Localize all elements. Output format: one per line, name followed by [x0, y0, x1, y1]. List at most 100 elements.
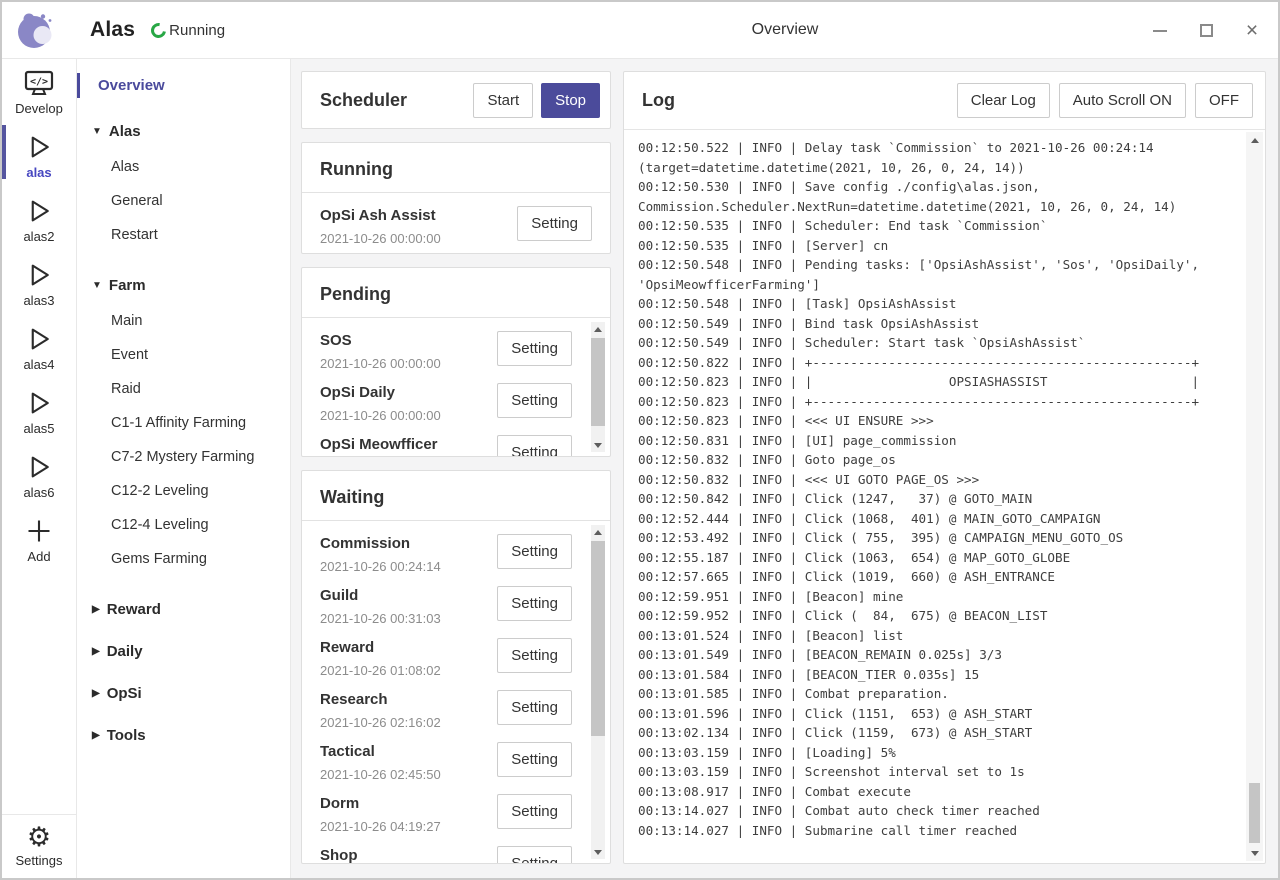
scrollbar-thumb[interactable]: [1249, 783, 1260, 843]
log-body[interactable]: 00:12:50.522 | INFO | Delay task `Commis…: [624, 130, 1265, 863]
setting-button[interactable]: Setting: [497, 794, 572, 829]
rail-item-alas2[interactable]: alas2: [2, 187, 76, 251]
scroll-down-icon[interactable]: [591, 845, 605, 859]
setting-button[interactable]: Setting: [497, 586, 572, 621]
setting-button[interactable]: Setting: [497, 534, 572, 569]
stop-button[interactable]: Stop: [541, 83, 600, 118]
task-time: 2021-10-26 01:08:02: [320, 663, 490, 678]
nav-section-alas[interactable]: ▼Alas: [77, 123, 290, 140]
scrollbar-thumb[interactable]: [591, 338, 605, 426]
log-header: Log Clear Log Auto Scroll ON OFF: [624, 72, 1265, 130]
settings-label: Settings: [16, 853, 63, 868]
task-row: OpSi Ash Assist2021-10-26 00:00:00Settin…: [320, 206, 592, 246]
running-spinner-icon: [148, 20, 169, 41]
scroll-down-icon[interactable]: [1246, 845, 1263, 861]
nav-item-c12-2-leveling[interactable]: C12-2 Leveling: [77, 474, 290, 508]
nav-section-tools[interactable]: ▶Tools: [77, 727, 290, 744]
log-line: 00:12:50.842 | INFO | Click (1247, 37) @…: [638, 489, 1239, 509]
nav-item-c12-4-leveling[interactable]: C12-4 Leveling: [77, 508, 290, 542]
log-line: 00:12:53.492 | INFO | Click ( 755, 395) …: [638, 528, 1239, 548]
auto-scroll-on-button[interactable]: Auto Scroll ON: [1059, 83, 1186, 118]
task-name: Guild: [320, 586, 490, 605]
nav-item-overview[interactable]: Overview: [77, 73, 290, 98]
rail-item-alas4[interactable]: alas4: [2, 315, 76, 379]
task-name: OpSi Ash Assist: [320, 206, 490, 225]
setting-button[interactable]: Setting: [497, 435, 572, 456]
task-name: Dorm: [320, 794, 490, 813]
nav-item-restart[interactable]: Restart: [77, 218, 290, 252]
rail-spacer: [2, 571, 76, 814]
log-line: 00:12:50.822 | INFO | +-----------------…: [638, 353, 1239, 373]
rail-item-alas5[interactable]: alas5: [2, 379, 76, 443]
nav-item-main[interactable]: Main: [77, 304, 290, 338]
minimize-button[interactable]: [1152, 23, 1168, 39]
task-row: ShopSetting: [320, 846, 572, 863]
clear-log-button[interactable]: Clear Log: [957, 83, 1050, 118]
nav-section-farm[interactable]: ▼Farm: [77, 277, 290, 294]
task-row: SOS 2021-10-26 00:00:00 Setting: [320, 331, 572, 371]
scroll-up-icon[interactable]: [1246, 132, 1263, 148]
play-icon: [24, 196, 54, 226]
rail-item-alas6[interactable]: alas6: [2, 443, 76, 507]
log-line: 00:13:03.159 | INFO | [Loading] 5%: [638, 743, 1239, 763]
play-icon: [24, 132, 54, 162]
task-info: OpSi Meowfficer Farming: [320, 435, 490, 456]
nav-item-event[interactable]: Event: [77, 338, 290, 372]
rail-item-alas3[interactable]: alas3: [2, 251, 76, 315]
nav-item-c7-2-mystery-farming[interactable]: C7-2 Mystery Farming: [77, 440, 290, 474]
rail-item-label: alas6: [23, 485, 54, 500]
nav-item-raid[interactable]: Raid: [77, 372, 290, 406]
start-button[interactable]: Start: [473, 83, 533, 118]
scroll-up-icon[interactable]: [591, 322, 605, 336]
auto-scroll-off-button[interactable]: OFF: [1195, 83, 1253, 118]
log-line: 00:13:14.027 | INFO | Combat auto check …: [638, 801, 1239, 821]
rail-item-develop[interactable]: </>Develop: [2, 59, 76, 123]
close-button[interactable]: ×: [1244, 23, 1260, 39]
nav-item-general[interactable]: General: [77, 184, 290, 218]
setting-button[interactable]: Setting: [497, 383, 572, 418]
maximize-button[interactable]: [1198, 23, 1214, 39]
setting-button[interactable]: Setting: [497, 742, 572, 777]
running-card: Running OpSi Ash Assist2021-10-26 00:00:…: [301, 142, 611, 254]
nav-item-alas[interactable]: Alas: [77, 150, 290, 184]
task-row: Dorm 2021-10-26 04:19:27 Setting: [320, 794, 572, 834]
nav-section-opsi[interactable]: ▶OpSi: [77, 685, 290, 702]
scroll-down-icon[interactable]: [591, 438, 605, 452]
waiting-scrollbar[interactable]: [591, 525, 605, 859]
log-scrollbar[interactable]: [1246, 132, 1263, 861]
rail-item-alas[interactable]: alas: [2, 123, 76, 187]
nav-section-label: Daily: [107, 643, 143, 660]
active-indicator: [77, 73, 80, 98]
task-time: 2021-10-26 00:24:14: [320, 559, 490, 574]
close-icon: ×: [1246, 20, 1258, 41]
log-line: 00:13:03.159 | INFO | Screenshot interva…: [638, 762, 1239, 782]
log-line: 00:13:01.524 | INFO | [Beacon] list: [638, 626, 1239, 646]
log-line: 00:13:02.134 | INFO | Click (1159, 673) …: [638, 723, 1239, 743]
svg-text:</>: </>: [30, 76, 48, 87]
pending-scrollbar[interactable]: [591, 322, 605, 452]
task-time: 2021-10-26 02:16:02: [320, 715, 490, 730]
chevron-right-icon: ▶: [92, 604, 100, 615]
log-line: 00:13:08.917 | INFO | Combat execute: [638, 782, 1239, 802]
scrollbar-thumb[interactable]: [591, 541, 605, 736]
task-info: Guild2021-10-26 00:31:03: [320, 586, 490, 626]
setting-button[interactable]: Setting: [497, 638, 572, 673]
nav-section-daily[interactable]: ▶Daily: [77, 643, 290, 660]
nav-item-c1-1-affinity-farming[interactable]: C1-1 Affinity Farming: [77, 406, 290, 440]
setting-button[interactable]: Setting: [497, 690, 572, 725]
rail-item-label: alas2: [23, 229, 54, 244]
rail-item-add[interactable]: Add: [2, 507, 76, 571]
task-time: 2021-10-26 04:19:27: [320, 819, 490, 834]
task-time: 2021-10-26 00:00:00: [320, 356, 490, 371]
task-row: Reward2021-10-26 01:08:02Setting: [320, 638, 572, 678]
nav-item-gems-farming[interactable]: Gems Farming: [77, 542, 290, 576]
setting-button[interactable]: Setting: [497, 331, 572, 366]
nav-section-reward[interactable]: ▶Reward: [77, 601, 290, 618]
task-name: SOS: [320, 331, 490, 350]
settings-button[interactable]: ⚙︎ Settings: [2, 814, 76, 878]
scroll-up-icon[interactable]: [591, 525, 605, 539]
log-line: 00:12:50.535 | INFO | Scheduler: End tas…: [638, 216, 1239, 236]
task-info: SOS 2021-10-26 00:00:00: [320, 331, 490, 371]
setting-button[interactable]: Setting: [497, 846, 572, 863]
setting-button[interactable]: Setting: [517, 206, 592, 241]
